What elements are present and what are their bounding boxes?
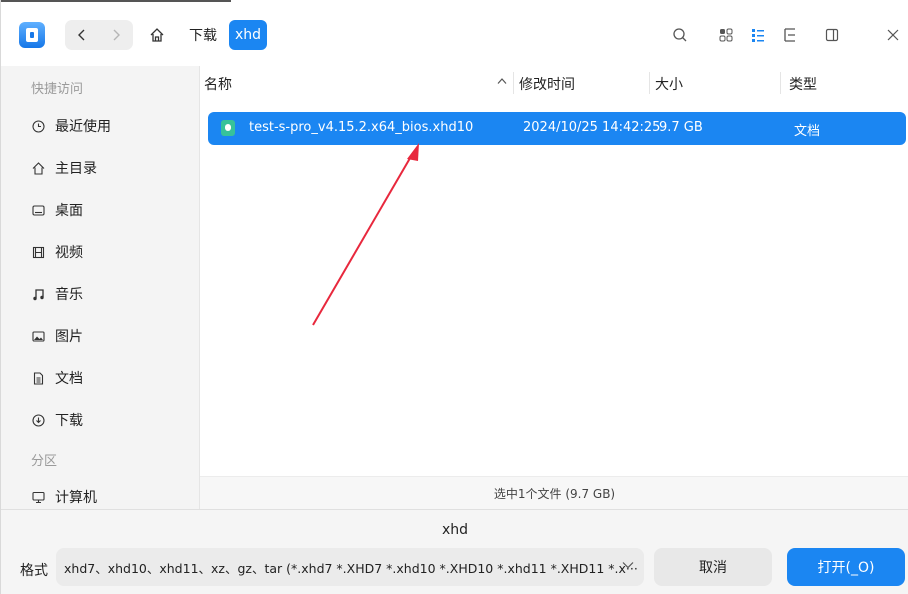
format-label: 格式 — [20, 563, 48, 579]
list-view-icon — [752, 29, 764, 42]
sort-ascending-icon — [497, 74, 507, 88]
sidebar-item-desktop[interactable]: 桌面 — [31, 199, 83, 221]
chevron-right-icon — [113, 29, 120, 41]
home-icon — [150, 28, 164, 42]
forward-button[interactable] — [99, 20, 133, 50]
download-icon — [31, 413, 45, 427]
column-type[interactable]: 类型 — [789, 74, 817, 94]
file-list: 名称 修改时间 大小 类型 test-s-pro_v4.15.2.x64_bio… — [200, 66, 908, 509]
sidebar-item-label: 计算机 — [55, 490, 97, 506]
sidebar-item-music[interactable]: 音乐 — [31, 283, 83, 305]
breadcrumb-xhd[interactable]: xhd — [229, 20, 268, 50]
home-icon — [31, 161, 45, 175]
sidebar-item-home[interactable]: 主目录 — [31, 157, 97, 179]
file-icon — [221, 120, 235, 136]
chevron-left-icon — [78, 29, 85, 41]
filename-display: xhd — [441, 522, 469, 538]
open-button[interactable]: 打开(_O) — [787, 548, 905, 586]
file-type: 文档 — [794, 124, 821, 139]
column-divider[interactable] — [649, 72, 650, 94]
dialog-footer: xhd 格式 xhd7、xhd10、xhd11、xz、gz、tar (*.xhd… — [1, 509, 908, 594]
table-row[interactable]: test-s-pro_v4.15.2.x64_bios.xhd10 2024/1… — [208, 112, 906, 145]
column-modified[interactable]: 修改时间 — [519, 74, 575, 94]
image-icon — [31, 329, 45, 343]
sidebar-item-label: 桌面 — [55, 203, 83, 219]
app-icon — [19, 22, 45, 48]
video-icon — [31, 245, 45, 259]
sidebar-item-label: 视频 — [55, 245, 83, 261]
document-icon — [31, 371, 45, 385]
status-bar: 选中1个文件 (9.7 GB) — [200, 476, 908, 509]
sidebar-item-recent[interactable]: 最近使用 — [31, 115, 111, 137]
sidebar-item-computer[interactable]: 计算机 — [31, 486, 97, 508]
close-icon — [887, 29, 899, 41]
sidebar-item-label: 图片 — [55, 329, 83, 345]
chevron-down-icon — [622, 558, 634, 572]
quick-access-heading: 快捷访问 — [31, 82, 84, 97]
sidebar-item-label: 音乐 — [55, 287, 83, 303]
sidebar-item-documents[interactable]: 文档 — [31, 367, 83, 389]
file-dialog: 下载 xhd 快捷访问 最近使用 主目录 桌面 视频 音乐 图片 文档 下载 分… — [0, 0, 908, 594]
sidebar-item-pictures[interactable]: 图片 — [31, 325, 83, 347]
sidebar-item-label: 最近使用 — [55, 119, 111, 135]
sidebar-item-videos[interactable]: 视频 — [31, 241, 83, 263]
column-size[interactable]: 大小 — [655, 74, 683, 94]
nav-buttons — [65, 20, 133, 50]
partition-heading: 分区 — [31, 454, 58, 469]
search-icon — [673, 28, 687, 42]
home-button[interactable] — [144, 22, 170, 48]
breadcrumb-downloads[interactable]: 下载 — [184, 20, 222, 50]
column-divider[interactable] — [513, 72, 514, 94]
sidebar: 快捷访问 最近使用 主目录 桌面 视频 音乐 图片 文档 下载 分区 计算机 — [1, 66, 200, 509]
grid-view-icon — [719, 28, 733, 42]
back-button[interactable] — [65, 20, 99, 50]
column-divider[interactable] — [780, 72, 781, 94]
icon-view-button[interactable] — [717, 26, 735, 44]
sidebar-item-label: 文档 — [55, 371, 83, 387]
sidebar-item-label: 主目录 — [55, 161, 97, 177]
sidebar-item-downloads[interactable]: 下载 — [31, 409, 83, 431]
format-select-value: xhd7、xhd10、xhd11、xz、gz、tar (*.xhd7 *.XHD… — [64, 560, 638, 576]
sidebar-item-label: 下载 — [55, 413, 83, 429]
tree-view-icon — [784, 28, 795, 42]
cancel-button[interactable]: 取消 — [654, 548, 772, 586]
top-border — [1, 0, 231, 2]
panel-icon — [825, 28, 839, 42]
toolbar: 下载 xhd — [1, 0, 908, 66]
close-button[interactable] — [884, 26, 902, 44]
desktop-icon — [31, 203, 45, 217]
format-select[interactable]: xhd7、xhd10、xhd11、xz、gz、tar (*.xhd7 *.XHD… — [56, 548, 644, 586]
file-size: 9.7 GB — [659, 120, 703, 135]
detail-panel-button[interactable] — [823, 26, 841, 44]
list-view-button[interactable] — [749, 26, 767, 44]
column-name[interactable]: 名称 — [204, 74, 232, 94]
computer-icon — [31, 490, 45, 504]
file-modified: 2024/10/25 14:42:25 — [523, 120, 661, 135]
clock-icon — [31, 119, 45, 133]
search-button[interactable] — [671, 26, 689, 44]
tree-view-button[interactable] — [781, 26, 799, 44]
file-name: test-s-pro_v4.15.2.x64_bios.xhd10 — [249, 120, 474, 135]
music-icon — [31, 287, 45, 301]
